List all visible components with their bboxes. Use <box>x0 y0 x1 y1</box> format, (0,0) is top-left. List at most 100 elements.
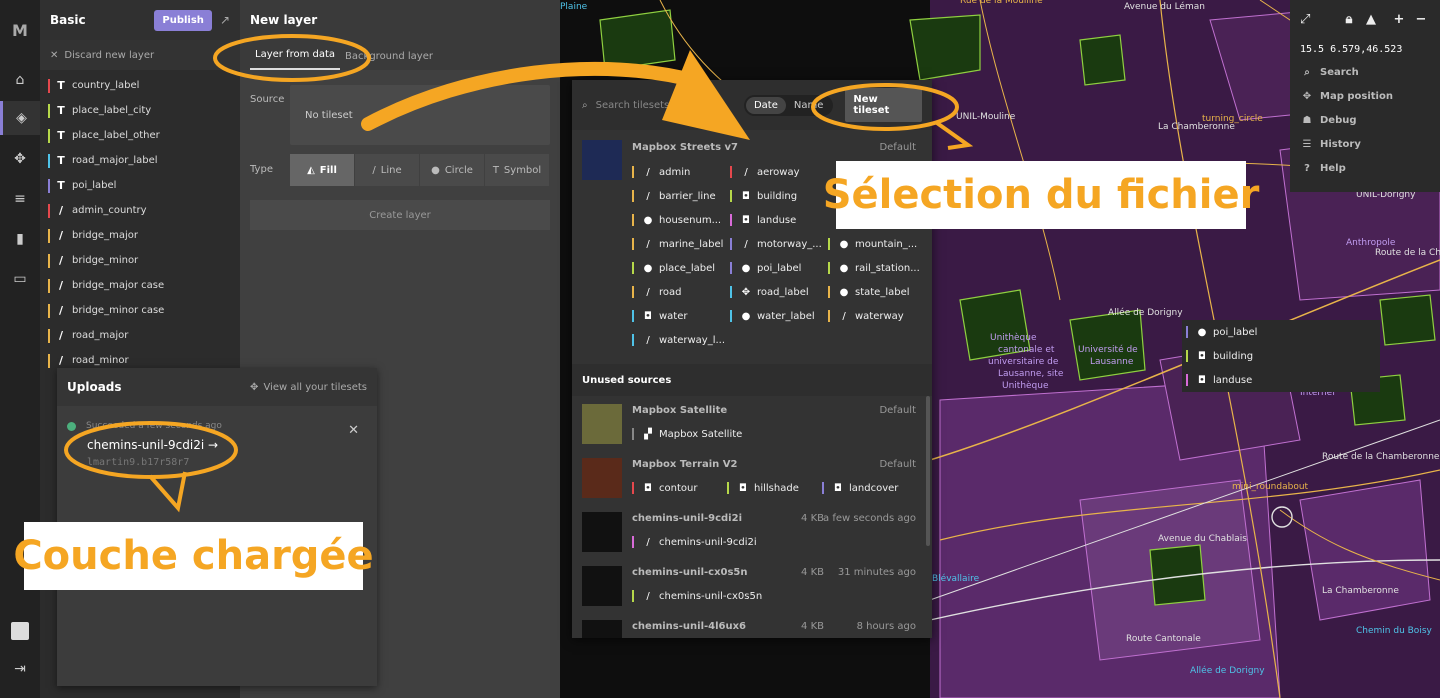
source-layer-type-icon: ● <box>643 214 653 226</box>
components-icon[interactable]: ✥ <box>0 142 40 176</box>
source-layer-color-bar <box>828 286 830 298</box>
discard-new-layer-button[interactable]: ✕ Discard new layer <box>40 40 240 70</box>
publish-button[interactable]: Publish <box>154 9 212 31</box>
layer-list-item[interactable]: Tplace_label_other <box>40 123 240 148</box>
layer-list-item[interactable]: Troad_major_label <box>40 148 240 173</box>
unused-source-item[interactable]: chemins-unil-9cdi2i 4 KB a few seconds ago… <box>572 504 932 558</box>
feature-hover-popup: ● poi_label ◘ building ◘ landuse <box>1182 320 1380 392</box>
create-layer-button[interactable]: Create layer <box>250 200 550 230</box>
tab-layer-from-data[interactable]: Layer from data <box>250 41 341 70</box>
layer-type-selector: ◭ Fill / Line ● Circle T Symbol <box>290 154 550 186</box>
map-place-label: Lausanne, site <box>998 369 1064 379</box>
source-meta: Default <box>879 459 916 470</box>
source-layer-name: housenum... <box>659 214 722 226</box>
hover-layer-item: ◘ landuse <box>1186 372 1252 388</box>
layer-color-bar <box>48 178 50 193</box>
line-layer-icon: / <box>58 229 64 242</box>
hover-layer-icon: ◘ <box>1198 350 1206 362</box>
layer-list-item[interactable]: / bridge_major <box>40 223 240 248</box>
lock-icon[interactable]: 🔒︎ <box>1340 12 1358 27</box>
map-control-help[interactable]: ? Help <box>1290 156 1440 180</box>
source-layer-name: barrier_line <box>659 190 716 202</box>
source-name: chemins-unil-4l6ux6 <box>632 621 747 632</box>
hover-layer-item: ◘ building <box>1186 348 1253 364</box>
zoom-out-icon[interactable]: − <box>1412 12 1430 27</box>
zoom-in-icon[interactable]: + <box>1390 12 1408 27</box>
map-place-label: Plaine <box>560 2 588 12</box>
map-place-label: Chemin du Boisy <box>1356 626 1432 636</box>
compass-icon[interactable]: ▲ <box>1362 12 1380 27</box>
home-icon[interactable]: ⌂ <box>0 63 40 97</box>
type-label: Type <box>250 164 273 175</box>
layer-name: bridge_minor <box>72 255 139 266</box>
unused-source-item[interactable]: Mapbox Satellite Default ▞ Mapbox Satellite <box>572 396 932 450</box>
layer-list-item[interactable]: / bridge_minor <box>40 248 240 273</box>
layer-list-item[interactable]: / admin_country <box>40 198 240 223</box>
source-layer-type-icon: / <box>646 190 650 202</box>
layer-list-item[interactable]: Tplace_label_city <box>40 98 240 123</box>
layer-list-item[interactable]: / bridge_major case <box>40 273 240 298</box>
map-control-debug[interactable]: ☗ Debug <box>1290 108 1440 132</box>
source-meta: 31 minutes ago <box>837 567 916 578</box>
map-control-menu: ⌕ Search ✥ Map position ☗ Debug ☰ History? Help <box>1290 60 1440 180</box>
map-control-search[interactable]: ⌕ Search <box>1290 60 1440 84</box>
avatar[interactable] <box>0 614 40 648</box>
source-layer-name: road <box>659 286 682 298</box>
source-layer-item: ◘ building <box>730 190 797 202</box>
map-place-label: Avenue du Léman <box>1124 2 1205 12</box>
layer-list-item[interactable]: / bridge_minor case <box>40 298 240 323</box>
folder-icon[interactable]: ▭ <box>0 262 40 296</box>
source-layer-name: mountain_... <box>855 238 918 250</box>
layer-list-item[interactable]: / road_major <box>40 323 240 348</box>
source-thumbnail <box>582 566 622 606</box>
sort-name-button[interactable]: Name <box>786 97 832 114</box>
popup-scrollbar[interactable] <box>926 396 930 546</box>
source-layer-color-bar <box>730 166 732 178</box>
type-circle-button[interactable]: ● Circle <box>420 154 484 186</box>
type-line-button[interactable]: / Line <box>355 154 419 186</box>
map-control-history[interactable]: ☰ History <box>1290 132 1440 156</box>
source-tileset-selector[interactable]: No tileset <box>290 85 550 145</box>
map-place-label: Blévallaire <box>932 574 980 584</box>
view-all-tilesets-link[interactable]: ✥ View all your tilesets <box>250 382 367 393</box>
layer-list-item[interactable]: Tpoi_label <box>40 173 240 198</box>
source-layer-name: aeroway <box>757 166 800 178</box>
unused-sources-heading: Unused sources <box>572 364 932 396</box>
source-layer-item: / aeroway <box>730 166 800 178</box>
source-layer-item: ● mountain_... <box>828 238 917 250</box>
source-layer-name: landcover <box>849 482 899 494</box>
source-name: Mapbox Satellite <box>632 405 728 416</box>
unused-source-item[interactable]: Mapbox Terrain V2 Default ◘ contour ◘ hillsha… <box>572 450 932 504</box>
new-tileset-button[interactable]: New tileset <box>845 88 922 122</box>
source-layer-type-icon: ● <box>741 262 751 274</box>
close-upload-button[interactable]: ✕ <box>348 423 359 438</box>
source-layer-color-bar <box>632 428 634 440</box>
stats-icon[interactable]: ▮ <box>0 222 40 256</box>
arrow-right-icon: → <box>208 438 219 452</box>
line-layer-icon: / <box>58 304 64 317</box>
symbol-icon: T <box>492 164 499 176</box>
type-symbol-button[interactable]: T Symbol <box>485 154 549 186</box>
source-layer-type-icon: / <box>646 166 650 178</box>
unused-source-item[interactable]: chemins-unil-cx0s5n 4 KB 31 minutes ago / ch… <box>572 558 932 612</box>
database-icon[interactable]: ≡ <box>0 182 40 216</box>
source-layer-type-icon: ● <box>839 286 849 298</box>
external-link-icon[interactable]: ↗ <box>220 13 230 27</box>
map-place-label: Allée de Dorigny <box>1108 308 1183 318</box>
paint-bucket-icon[interactable]: ◈ <box>0 101 40 135</box>
layer-list-item[interactable]: Tcountry_label <box>40 73 240 98</box>
sort-date-button[interactable]: Date <box>745 96 786 114</box>
tab-background-layer[interactable]: Background layer <box>340 43 438 70</box>
tilesets-icon: ✥ <box>250 381 259 393</box>
map-control-map-position[interactable]: ✥ Map position <box>1290 84 1440 108</box>
type-fill-button[interactable]: ◭ Fill <box>290 154 354 186</box>
layer-color-bar <box>48 328 50 343</box>
fullscreen-icon[interactable]: ⤢ <box>1300 12 1310 27</box>
logout-icon[interactable]: ⇥ <box>0 652 40 686</box>
discard-label: Discard new layer <box>64 49 155 61</box>
text-layer-icon: T <box>57 154 65 167</box>
unused-source-item[interactable]: chemins-unil-4l6ux6 4 KB 8 hours ago <box>572 612 932 638</box>
source-layer-color-bar <box>828 238 830 250</box>
tileset-search-input[interactable]: ⌕ Search tilesets <box>582 93 734 117</box>
upload-tileset-link[interactable]: chemins-unil-9cdi2i → <box>87 438 218 452</box>
